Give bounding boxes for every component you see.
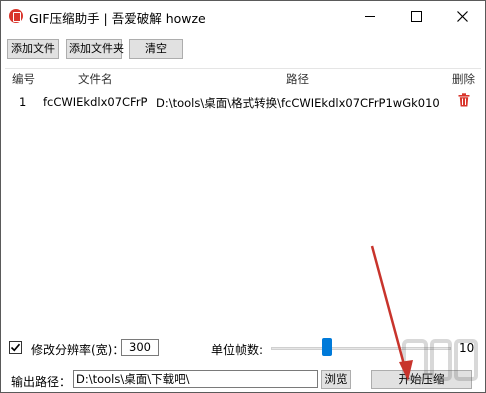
column-header-delete[interactable]: 删除 [452, 71, 475, 87]
browse-button[interactable]: 浏览 [321, 370, 351, 389]
row-filename: fcCWIEkdlx07CFrP [43, 95, 148, 109]
list-item[interactable]: 1 fcCWIEkdlx07CFrP D:\tools\桌面\格式转换\fcCW… [5, 93, 481, 111]
close-icon [456, 10, 468, 22]
resize-checkbox[interactable] [9, 341, 22, 354]
checkmark-icon [10, 343, 21, 352]
file-list[interactable]: 编号 文件名 路径 删除 1 fcCWIEkdlx07CFrP D:\tools… [5, 68, 481, 334]
fps-slider-thumb[interactable] [322, 338, 332, 356]
clear-button[interactable]: 清空 [129, 39, 183, 59]
maximize-button[interactable] [393, 1, 439, 31]
app-icon [9, 9, 23, 23]
trash-icon[interactable] [458, 93, 472, 109]
watermark-logo [402, 339, 478, 381]
add-folder-button[interactable]: 添加文件夹 [66, 39, 124, 59]
width-input[interactable]: 300 [121, 339, 159, 356]
column-header-filename[interactable]: 文件名 [78, 71, 113, 87]
file-list-header: 编号 文件名 路径 删除 [5, 69, 481, 87]
column-header-path[interactable]: 路径 [286, 71, 309, 87]
add-file-button[interactable]: 添加文件 [7, 39, 59, 59]
column-header-number[interactable]: 编号 [12, 71, 35, 87]
title-bar: GIF压缩助手 | 吾爱破解 howze [1, 1, 485, 31]
maximize-icon [410, 10, 422, 22]
output-path-input[interactable]: D:\tools\桌面\下载吧\ [73, 370, 318, 388]
fps-label: 单位帧数: [211, 343, 264, 357]
resize-label: 修改分辨率(宽)： [31, 343, 125, 357]
window-title: GIF压缩助手 | 吾爱破解 howze [29, 11, 206, 26]
minimize-icon [365, 15, 375, 17]
minimize-button[interactable] [347, 1, 393, 31]
row-path: D:\tools\桌面\格式转换\fcCWIEkdlx07CFrP1wGk010 [156, 96, 440, 110]
output-path-label: 输出路径： [11, 375, 72, 389]
close-button[interactable] [439, 1, 485, 31]
row-number: 1 [19, 95, 27, 109]
